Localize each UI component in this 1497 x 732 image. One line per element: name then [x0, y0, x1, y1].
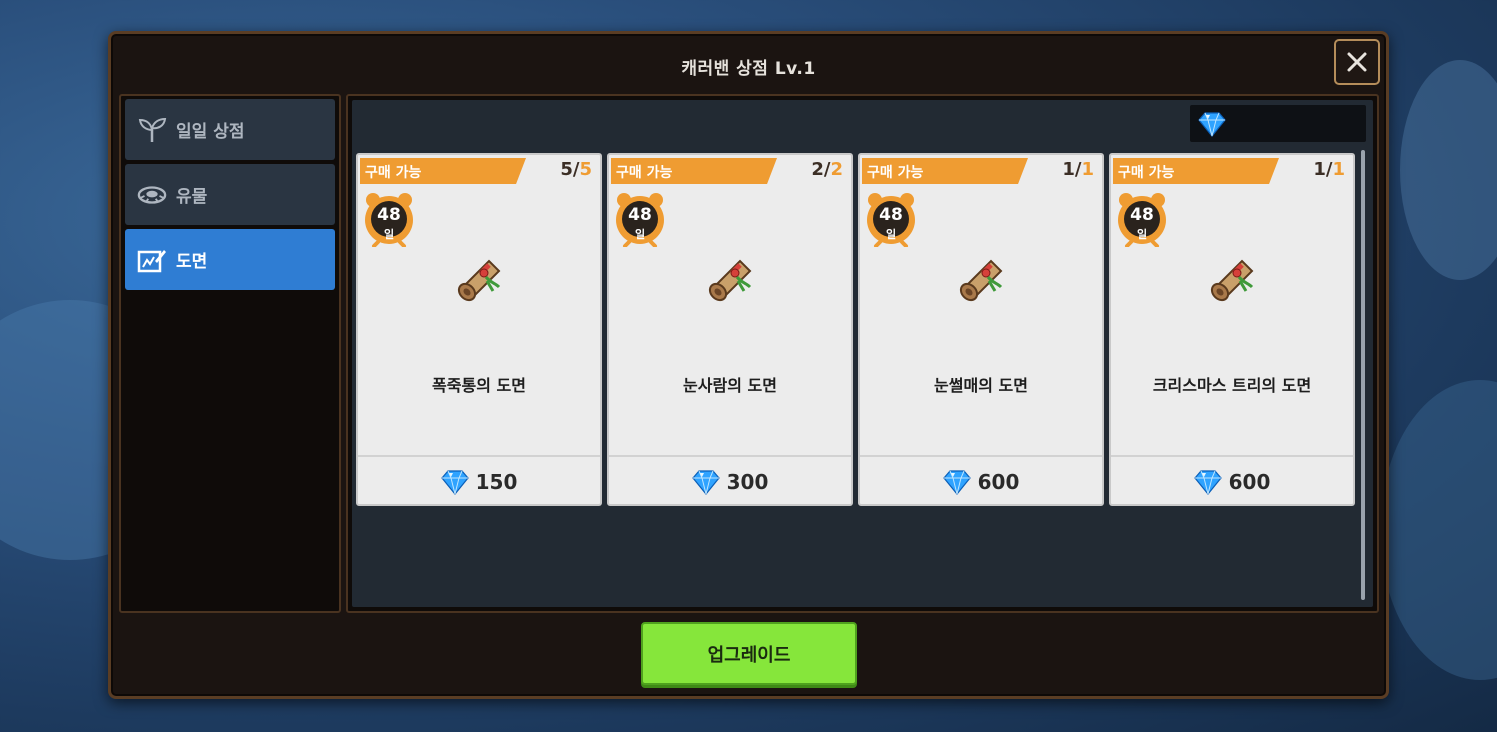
item-price: 150: [475, 469, 518, 494]
shop-item-area: 구매 가능 5/5 48 일 폭죽통의 도면 150 구매 가능 2/2 48 …: [352, 100, 1373, 607]
timer-unit: 일: [383, 228, 395, 241]
purchase-limit: 5/5: [560, 159, 592, 180]
sidebar-item-relic[interactable]: 유물: [125, 164, 335, 225]
currency-display: [1190, 105, 1366, 142]
purchase-max: 1: [1081, 159, 1094, 180]
dialog-title: 캐러밴 상점 Lv.1: [681, 59, 816, 79]
purchase-remaining: 2: [811, 159, 824, 180]
item-name: 크리스마스 트리의 도면: [1152, 376, 1312, 395]
timer-badge: 48 일: [364, 191, 416, 247]
purchase-limit: 1/1: [1313, 159, 1345, 180]
timer-unit: 일: [885, 228, 897, 241]
timer-days: 48: [879, 205, 903, 225]
purchase-remaining: 1: [1313, 159, 1326, 180]
background-decoration: [1400, 60, 1497, 280]
caravan-shop-dialog: 캐러밴 상점 Lv.1 일일 상점 유물 도면 구매 가능 5/5 48 일 폭…: [108, 31, 1389, 699]
item-name: 눈썰매의 도면: [934, 376, 1028, 395]
buy-button[interactable]: 600: [860, 455, 1102, 504]
close-button[interactable]: [1334, 39, 1380, 85]
item-name: 폭죽통의 도면: [432, 376, 526, 395]
purchase-available-badge: 구매 가능: [611, 158, 777, 184]
blueprint-icon: [137, 247, 167, 273]
purchase-remaining: 5: [560, 159, 573, 180]
close-icon: [1347, 52, 1367, 72]
shop-item-card[interactable]: 구매 가능 1/1 48 일: [1109, 153, 1355, 506]
item-price: 600: [1228, 469, 1271, 494]
shop-item-card[interactable]: 구매 가능 5/5 48 일 폭죽통의 도면 150: [356, 153, 602, 506]
timer-badge: 48 일: [615, 191, 667, 247]
purchase-max: 2: [830, 159, 843, 180]
scroll-icon: [457, 259, 501, 302]
item-price: 300: [726, 469, 769, 494]
scroll-icon: [1210, 259, 1254, 302]
scroll-icon: [708, 259, 752, 302]
shop-item-card[interactable]: 구매 가능 1/1 48 일: [858, 153, 1104, 506]
timer-days: 48: [628, 205, 652, 225]
purchase-available-badge: 구매 가능: [862, 158, 1028, 184]
relic-icon: [137, 182, 167, 208]
timer-unit: 일: [634, 228, 646, 241]
purchase-available-badge: 구매 가능: [360, 158, 526, 184]
buy-button[interactable]: 600: [1111, 455, 1353, 504]
diamond-icon: [1193, 469, 1222, 495]
timer-days: 48: [1130, 205, 1154, 225]
timer-badge: 48 일: [866, 191, 918, 247]
item-name: 눈사람의 도면: [683, 376, 777, 395]
upgrade-button[interactable]: 업그레이드: [641, 622, 857, 685]
sprout-icon: [137, 117, 167, 143]
purchase-limit: 2/2: [811, 159, 843, 180]
diamond-icon: [1198, 111, 1226, 137]
purchase-limit: 1/1: [1062, 159, 1094, 180]
buy-button[interactable]: 150: [358, 455, 600, 504]
scrollbar[interactable]: [1361, 150, 1365, 600]
sidebar-item-daily-shop[interactable]: 일일 상점: [125, 99, 335, 160]
diamond-icon: [942, 469, 971, 495]
buy-button[interactable]: 300: [609, 455, 851, 504]
sidebar-item-label: 유물: [176, 187, 208, 207]
sidebar-item-label: 도면: [176, 252, 208, 272]
background-decoration: [1380, 380, 1497, 680]
diamond-icon: [440, 469, 469, 495]
sidebar-item-blueprint[interactable]: 도면: [125, 229, 335, 290]
diamond-icon: [691, 469, 720, 495]
sidebar-item-label: 일일 상점: [176, 122, 245, 142]
item-price: 600: [977, 469, 1020, 494]
purchase-available-badge: 구매 가능: [1113, 158, 1279, 184]
timer-days: 48: [377, 205, 401, 225]
timer-unit: 일: [1136, 228, 1148, 241]
purchase-max: 5: [579, 159, 592, 180]
purchase-max: 1: [1332, 159, 1345, 180]
shop-item-card[interactable]: 구매 가능 2/2 48 일 눈사람의 도면 300: [607, 153, 853, 506]
timer-badge: 48 일: [1117, 191, 1169, 247]
category-sidebar: 일일 상점 유물 도면: [119, 94, 341, 613]
shop-content: 구매 가능 5/5 48 일 폭죽통의 도면 150 구매 가능 2/2 48 …: [346, 94, 1379, 613]
scroll-icon: [959, 259, 1003, 302]
purchase-remaining: 1: [1062, 159, 1075, 180]
